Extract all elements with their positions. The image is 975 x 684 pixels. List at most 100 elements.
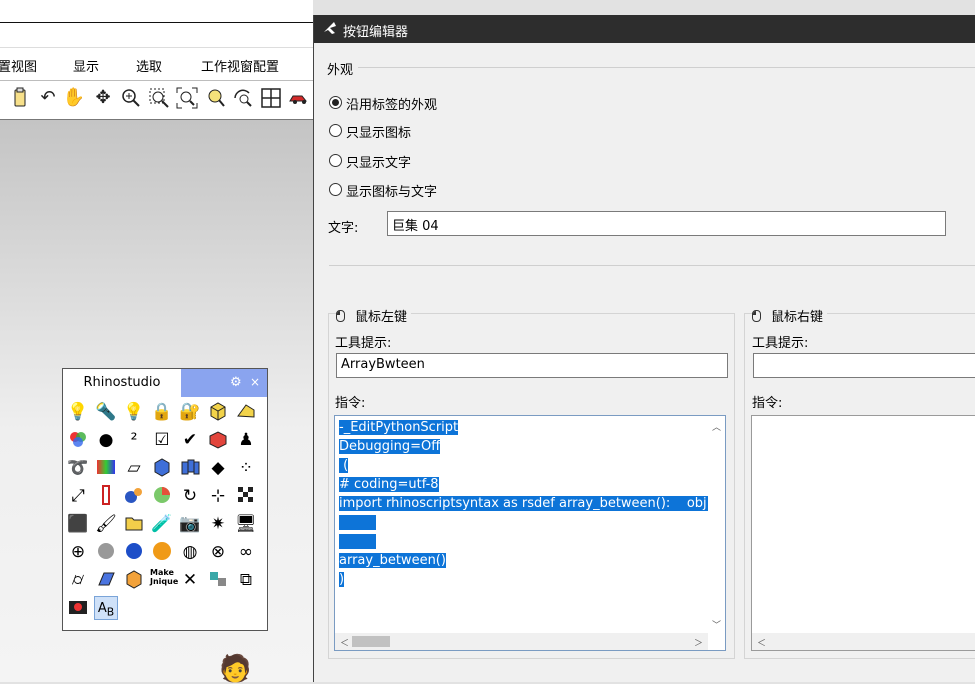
- blue-ribbon-icon[interactable]: [178, 456, 202, 480]
- paint-bucket-icon[interactable]: 🧪: [150, 512, 174, 536]
- pan-hand-icon[interactable]: ✋: [62, 86, 86, 110]
- color-wheel-icon[interactable]: [66, 428, 90, 452]
- scroll-left-icon[interactable]: ＜: [757, 636, 766, 649]
- right-tooltip-input[interactable]: [753, 353, 975, 378]
- camera-record-icon[interactable]: [66, 596, 90, 620]
- code-line: (: [339, 458, 349, 473]
- brush-icon[interactable]: 🖌: [94, 512, 118, 536]
- checker-icon[interactable]: [234, 484, 258, 508]
- menu-item-select[interactable]: 选取: [136, 56, 162, 75]
- scroll-up-icon[interactable]: ︿: [712, 420, 721, 433]
- menu-item-viewport-layout[interactable]: 工作视窗配置: [201, 56, 279, 75]
- zoom-extents-icon[interactable]: [175, 86, 199, 110]
- gray-sphere-icon[interactable]: [94, 540, 118, 564]
- gear-icon[interactable]: ⚙: [230, 375, 242, 390]
- four-viewports-icon[interactable]: [259, 86, 283, 110]
- zoom-window-icon[interactable]: [147, 86, 171, 110]
- points-icon[interactable]: ⁘: [234, 456, 258, 480]
- red-block-icon[interactable]: [206, 428, 230, 452]
- checked-sphere-icon[interactable]: ☑: [150, 428, 174, 452]
- scroll-left-icon[interactable]: ＜: [340, 636, 349, 649]
- sphere-small-icon[interactable]: ●: [94, 428, 118, 452]
- menu-item-display[interactable]: 显示: [73, 56, 99, 75]
- zoom-selected-icon[interactable]: [204, 86, 228, 110]
- wire-sphere-icon[interactable]: ◍: [178, 540, 202, 564]
- zoom-in-icon[interactable]: [119, 86, 143, 110]
- red-column-icon[interactable]: [94, 484, 118, 508]
- left-tooltip-input[interactable]: ArrayBwteen: [336, 353, 728, 378]
- yellow-wedge-icon[interactable]: [234, 400, 258, 424]
- rotate-view-icon[interactable]: ✥: [91, 86, 115, 110]
- rhino-logo-icon: [322, 20, 338, 40]
- left-command-editor[interactable]: -_EditPythonScript Debugging=Off ( # cod…: [334, 415, 726, 651]
- radio-button[interactable]: [329, 154, 342, 167]
- code-line: array_between(): [339, 553, 446, 568]
- right-command-label: 指令:: [752, 396, 783, 411]
- orange-sphere-icon[interactable]: [150, 540, 174, 564]
- scroll-right-icon[interactable]: ＞: [694, 636, 703, 649]
- camera-icon[interactable]: 📷: [178, 512, 202, 536]
- black-cube-icon[interactable]: ⬛: [66, 512, 90, 536]
- horizontal-scrollbar[interactable]: ＜: [752, 633, 975, 650]
- gumball-icon[interactable]: ⊹: [206, 484, 230, 508]
- macro-button-icon[interactable]: AB: [94, 596, 118, 620]
- menu-item-set-view[interactable]: 置视图: [0, 56, 37, 75]
- split-icon[interactable]: ✕: [178, 568, 202, 592]
- scroll-down-icon[interactable]: ﹀: [712, 618, 721, 631]
- text-field-label: 文字:: [328, 221, 359, 236]
- undo-icon[interactable]: ↶: [36, 86, 60, 110]
- code-line: import rhinoscriptsyntax as rsdef array_…: [339, 496, 726, 511]
- yellow-box-icon[interactable]: [206, 400, 230, 424]
- check-box-icon[interactable]: ✔: [178, 428, 202, 452]
- two-point-light-icon[interactable]: ²: [122, 428, 146, 452]
- code-line: -_EditPythonScript: [339, 420, 459, 435]
- globe-icon[interactable]: ⊕: [66, 540, 90, 564]
- target-icon[interactable]: ⊗: [206, 540, 230, 564]
- lock-object-icon[interactable]: 🔐: [178, 400, 202, 424]
- code-line: [339, 533, 377, 551]
- blue-box-icon[interactable]: [150, 456, 174, 480]
- stamp-icon[interactable]: ♟: [234, 428, 258, 452]
- blue-sphere-icon[interactable]: [122, 540, 146, 564]
- rainbow-texture-icon[interactable]: [94, 456, 118, 480]
- folder-icon[interactable]: [122, 512, 146, 536]
- blue-diamond-icon[interactable]: ◆: [206, 456, 230, 480]
- button-text-input[interactable]: 巨集 04: [387, 211, 946, 236]
- lock-light-icon[interactable]: 🔒: [150, 400, 174, 424]
- spheres-icon[interactable]: [122, 484, 146, 508]
- car-icon[interactable]: [287, 86, 311, 110]
- light-bulb-icon[interactable]: 💡: [66, 400, 90, 424]
- striped-plane-icon[interactable]: [94, 568, 118, 592]
- black-box-icon[interactable]: ⧉: [234, 568, 258, 592]
- horizontal-scrollbar[interactable]: ＜ ＞: [335, 633, 708, 650]
- cylinder-icon[interactable]: ⌭: [66, 568, 90, 592]
- close-icon[interactable]: ×: [250, 375, 260, 389]
- point-light-icon[interactable]: 💡: [122, 400, 146, 424]
- teal-shapes-icon[interactable]: [206, 568, 230, 592]
- right-command-editor[interactable]: ＜: [751, 415, 975, 651]
- rotate-camera-icon[interactable]: [231, 86, 255, 110]
- orange-cube-icon[interactable]: [122, 568, 146, 592]
- rotate-object-icon[interactable]: ↻: [178, 484, 202, 508]
- binoculars-icon[interactable]: ∞: [234, 540, 258, 564]
- horizontal-scroll-thumb[interactable]: [352, 636, 390, 647]
- monitor-icon[interactable]: 🖥: [234, 512, 258, 536]
- curve-loop-icon[interactable]: ➰: [66, 456, 90, 480]
- gear-render-icon[interactable]: ✷: [206, 512, 230, 536]
- palette-tab-rhinostudio[interactable]: Rhinostudio: [63, 369, 182, 397]
- command-line-area[interactable]: [0, 23, 313, 48]
- radio-button[interactable]: [329, 183, 342, 196]
- dimension-arrows-icon[interactable]: ⤢: [66, 484, 90, 508]
- radio-button[interactable]: [329, 124, 342, 137]
- right-mouse-group-title: 鼠标右键: [752, 306, 828, 325]
- button-editor-dialog: 按钮编辑器 外观 沿用标签的外观 只显示图标 只显示文字 显示图标与文字 文字:…: [313, 15, 975, 682]
- multi-color-sphere-icon[interactable]: [150, 484, 174, 508]
- right-tooltip-label: 工具提示:: [752, 336, 809, 351]
- make-unique-label[interactable]: Make Jnique: [150, 568, 178, 592]
- dialog-title-bar[interactable]: 按钮编辑器: [314, 15, 975, 43]
- vertical-scrollbar[interactable]: ︿ ﹀: [708, 416, 725, 633]
- radio-button-selected[interactable]: [329, 96, 342, 109]
- spotlight-icon[interactable]: 🔦: [94, 400, 118, 424]
- clipboard-icon[interactable]: [8, 86, 32, 110]
- plane-icon[interactable]: ▱: [122, 456, 146, 480]
